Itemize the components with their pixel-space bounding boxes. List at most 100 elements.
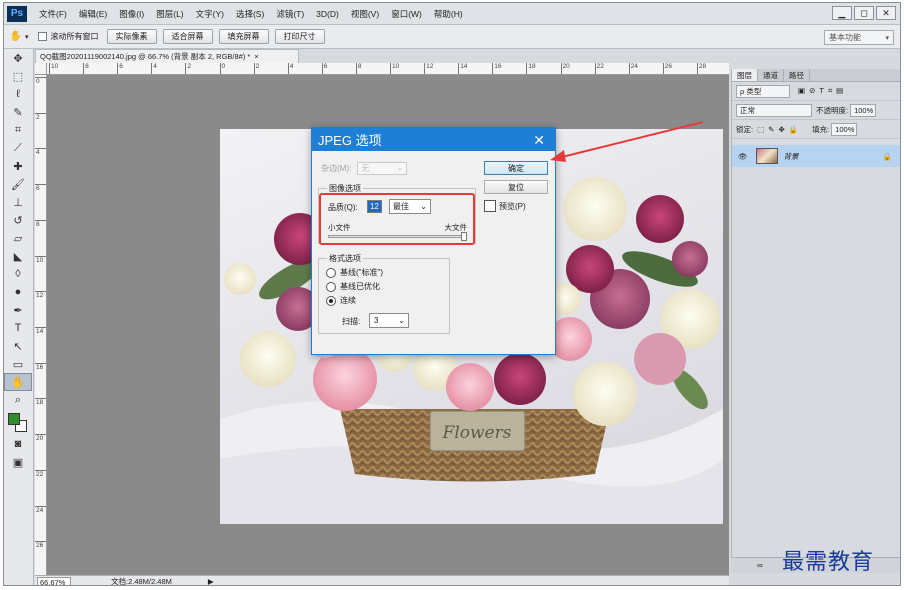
- hand-tool-icon[interactable]: ✋: [10, 31, 22, 43]
- menu-file[interactable]: 文件(F): [33, 8, 73, 20]
- close-icon[interactable]: ✕: [533, 132, 545, 149]
- actual-pixels-button[interactable]: 实际像素: [106, 29, 157, 44]
- ruler-tick-label: 0: [221, 63, 226, 70]
- document-size: 文档:2.48M/2.48M: [111, 577, 172, 586]
- close-tab-icon[interactable]: ×: [254, 52, 258, 61]
- quick-mask-icon[interactable]: ◙: [4, 435, 32, 453]
- screen-mode-icon[interactable]: ▣: [4, 453, 32, 471]
- ok-button[interactable]: 确定: [484, 161, 548, 175]
- eraser-tool-icon[interactable]: ▱: [4, 229, 32, 247]
- healing-brush-tool-icon[interactable]: ✚: [4, 157, 32, 175]
- status-menu-arrow-icon[interactable]: ▶: [208, 577, 214, 585]
- marquee-tool-icon[interactable]: ⬚: [4, 67, 32, 85]
- move-tool-icon[interactable]: ✥: [4, 49, 32, 67]
- ruler-tick-label: 14: [460, 63, 468, 70]
- document-tab[interactable]: QQ截图20201119002140.jpg @ 66.7% (背景 副本 2,…: [35, 49, 299, 63]
- brush-tool-icon[interactable]: 🖌: [4, 175, 32, 193]
- blend-mode-select[interactable]: 正常: [736, 103, 812, 117]
- matte-value: 无: [361, 164, 370, 173]
- close-button[interactable]: ✕: [876, 6, 896, 20]
- workspace-select[interactable]: 基本功能 ▾: [824, 30, 894, 45]
- ruler-tick: 20: [35, 434, 46, 442]
- ruler-tick-label: 14: [36, 328, 44, 335]
- radio-button[interactable]: [326, 281, 336, 292]
- clone-stamp-tool-icon[interactable]: ⊥: [4, 193, 32, 211]
- tab-layers[interactable]: 图层: [732, 69, 758, 81]
- ruler-tick-label: 4: [153, 63, 157, 70]
- scans-label: 扫描:: [342, 317, 361, 326]
- pen-tool-icon[interactable]: ✒: [4, 301, 32, 319]
- scans-select[interactable]: 3 ⌄: [369, 313, 409, 328]
- dodge-tool-icon[interactable]: ●: [4, 283, 32, 301]
- menu-3d[interactable]: 3D(D): [310, 9, 345, 19]
- layer-row-background[interactable]: 👁 背景 🔒: [732, 145, 900, 167]
- ruler-tick: 14: [458, 63, 467, 74]
- print-size-button[interactable]: 打印尺寸: [274, 29, 325, 44]
- radio-button-selected[interactable]: [326, 295, 336, 306]
- radio-baseline-standard[interactable]: 基线("标准"): [326, 267, 383, 278]
- preview-checkbox[interactable]: [484, 200, 496, 212]
- tab-paths[interactable]: 路径: [784, 69, 810, 81]
- minimize-button[interactable]: ▁: [832, 6, 852, 20]
- crop-tool-icon[interactable]: ⌗: [4, 121, 32, 139]
- quick-select-tool-icon[interactable]: ✎: [4, 103, 32, 121]
- ruler-tick-label: 2: [255, 63, 260, 70]
- layer-filter-row: ρ 类型 ▣⊘T⌗▤: [732, 82, 900, 101]
- foreground-color-swatch[interactable]: [8, 413, 20, 425]
- radio-progressive[interactable]: 连续: [326, 295, 356, 306]
- fill-screen-button[interactable]: 填充屏幕: [218, 29, 269, 44]
- shape-tool-icon[interactable]: ▭: [4, 355, 32, 373]
- zoom-tool-icon[interactable]: ⌕: [4, 391, 32, 409]
- lock-icons[interactable]: ⬚✎✥🔒: [757, 125, 802, 134]
- ruler-tick-label: 26: [664, 63, 673, 70]
- scroll-all-windows-label: 滚动所有窗口: [50, 32, 99, 41]
- tab-channels[interactable]: 通道: [758, 69, 784, 81]
- zoom-level-field[interactable]: 66.67%: [37, 576, 71, 585]
- history-brush-tool-icon[interactable]: ↺: [4, 211, 32, 229]
- radio-button[interactable]: [326, 267, 336, 278]
- ruler-tick-label: 2: [187, 63, 192, 70]
- ruler-tick-label: 22: [36, 470, 44, 478]
- menu-bar: Ps 文件(F) 编辑(E) 图像(I) 图层(L) 文字(Y) 选择(S) 滤…: [4, 3, 900, 25]
- menu-select[interactable]: 选择(S): [230, 8, 270, 20]
- ruler-tick-label: 20: [36, 435, 44, 443]
- eye-icon[interactable]: 👁: [738, 152, 748, 161]
- fit-screen-button[interactable]: 适合屏幕: [162, 29, 213, 44]
- preview-row[interactable]: 预览(P): [484, 200, 526, 212]
- layer-thumbnail: [755, 148, 778, 164]
- radio-baseline-optimized[interactable]: 基线已优化: [326, 281, 380, 292]
- ruler-tick-label: 18: [528, 63, 536, 70]
- ruler-tick-label: 24: [36, 506, 44, 514]
- reset-button[interactable]: 复位: [484, 180, 548, 194]
- path-select-tool-icon[interactable]: ↖: [4, 337, 32, 355]
- eyedropper-tool-icon[interactable]: ⟋: [4, 139, 32, 157]
- menu-image[interactable]: 图像(I): [113, 8, 150, 20]
- menu-help[interactable]: 帮助(H): [428, 8, 469, 20]
- panel-tabs: 图层 通道 路径: [732, 69, 900, 82]
- layer-filter-select[interactable]: ρ 类型: [736, 84, 790, 98]
- lasso-tool-icon[interactable]: ℓ: [4, 85, 32, 103]
- type-tool-icon[interactable]: T: [4, 319, 32, 337]
- chevron-down-icon[interactable]: ▾: [25, 33, 29, 41]
- menu-window[interactable]: 窗口(W): [385, 8, 428, 20]
- ruler-tick-label: 22: [596, 63, 604, 70]
- opacity-field[interactable]: 100%: [850, 103, 877, 117]
- menu-view[interactable]: 视图(V): [345, 8, 385, 20]
- menu-edit[interactable]: 编辑(E): [73, 8, 113, 20]
- ruler-tick-label: 16: [36, 363, 44, 371]
- menu-layer[interactable]: 图层(L): [150, 8, 189, 20]
- scroll-all-windows-checkbox[interactable]: [37, 32, 47, 41]
- link-layers-icon[interactable]: ∞: [757, 561, 763, 570]
- menu-type[interactable]: 文字(Y): [190, 8, 230, 20]
- blur-tool-icon[interactable]: ◊: [4, 265, 32, 283]
- ruler-tick: 8: [83, 63, 89, 74]
- layer-name[interactable]: 背景: [784, 151, 799, 162]
- filter-icons[interactable]: ▣⊘T⌗▤: [798, 86, 847, 96]
- color-swatches[interactable]: [4, 409, 32, 435]
- restore-button[interactable]: ◻: [854, 6, 874, 20]
- hand-tool-icon[interactable]: ✋: [4, 373, 32, 391]
- ruler-tick-label: 8: [357, 63, 362, 70]
- fill-field[interactable]: 100%: [831, 122, 858, 136]
- menu-filter[interactable]: 滤镜(T): [270, 8, 310, 20]
- paint-bucket-tool-icon[interactable]: ◣: [4, 247, 32, 265]
